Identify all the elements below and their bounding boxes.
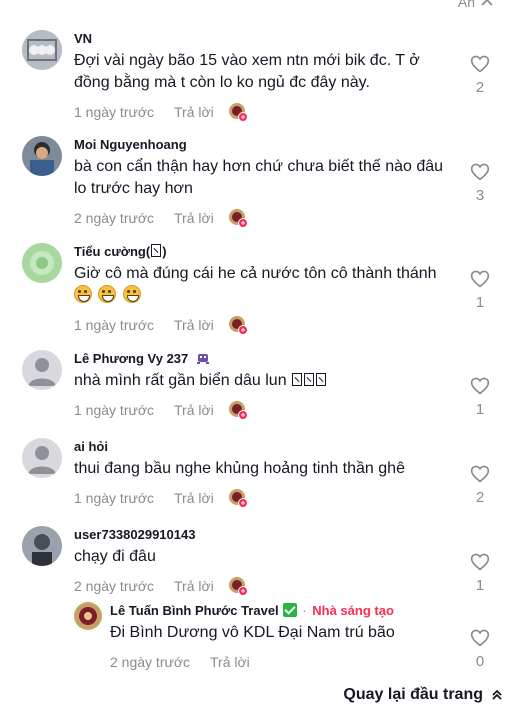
avatar[interactable]: [22, 30, 62, 70]
creator-liked-icon: [228, 400, 248, 420]
comment-text: Đợi vài ngày bão 15 vào xem ntn mới bik …: [74, 52, 420, 91]
like-count: 1: [475, 577, 485, 594]
timestamp: 1 ngày trước: [74, 317, 155, 333]
unknown-glyph-icon: [316, 373, 327, 386]
comment-text-content: nhà mình rất gần biển dâu lun: [74, 372, 287, 389]
like-button[interactable]: 1: [469, 376, 491, 418]
avatar[interactable]: [74, 602, 102, 630]
reply-button[interactable]: Trả lời: [174, 104, 228, 120]
comment-text: bà con cẩn thận hay hơn chứ chưa biết th…: [74, 158, 444, 197]
back-to-top-label: Quay lại đầu trang: [343, 686, 483, 703]
grinning-emoji-icon: [74, 285, 92, 303]
heart-icon: [470, 629, 490, 647]
timestamp: 1 ngày trước: [74, 402, 155, 418]
username[interactable]: user7338029910143: [74, 526, 451, 544]
unknown-glyph-icon: [151, 244, 162, 257]
unknown-glyph-icon: [304, 373, 315, 386]
avatar[interactable]: [22, 136, 62, 176]
avatar[interactable]: [22, 243, 62, 283]
username[interactable]: Lê Phương Vy 237: [74, 350, 451, 368]
like-count: 3: [475, 187, 485, 204]
creator-liked-icon: [228, 315, 248, 335]
timestamp: 1 ngày trước: [74, 490, 155, 506]
like-button[interactable]: 3: [469, 162, 491, 204]
like-count: 1: [475, 401, 485, 418]
username-suffix: ): [162, 244, 167, 259]
username-text: Lê Phương Vy 237: [74, 351, 189, 366]
timestamp: 1 ngày trước: [74, 104, 155, 120]
comment-text: thui đang bầu nghe khủng hoảng tinh thần…: [74, 460, 405, 477]
creator-liked-icon: [228, 488, 248, 508]
creator-liked-icon: [228, 576, 248, 596]
heart-icon: [470, 465, 490, 483]
comment-text-content: Giờ cô mà đúng cái he cả nước tôn cô thà…: [74, 265, 437, 282]
hide-replies-button[interactable]: Ẩn: [458, 0, 493, 10]
like-button[interactable]: 0: [469, 628, 491, 670]
separator: ·: [302, 603, 307, 618]
comment-text: chạy đi đâu: [74, 548, 156, 565]
comment-text: Đi Bình Dương vô KDL Đại Nam trú bão: [110, 624, 395, 641]
heart-icon: [470, 55, 490, 73]
heart-icon: [470, 377, 490, 395]
timestamp: 2 ngày trước: [110, 654, 191, 670]
username[interactable]: VN: [74, 30, 451, 48]
like-count: 1: [475, 294, 485, 311]
check-icon: [282, 603, 297, 617]
username[interactable]: ai hỏi: [74, 438, 451, 456]
double-chevron-up-icon: [492, 689, 502, 700]
like-count: 0: [475, 653, 485, 670]
reply-button[interactable]: Trả lời: [174, 490, 228, 506]
creator-badge: Nhà sáng tạo: [312, 603, 394, 618]
back-to-top-button[interactable]: Quay lại đầu trang: [341, 680, 511, 710]
grinning-emoji-icon: [122, 285, 141, 303]
heart-icon: [470, 270, 490, 288]
comment-text: Giờ cô mà đúng cái he cả nước tôn cô thà…: [74, 263, 451, 307]
timestamp: 2 ngày trước: [74, 578, 155, 594]
creator-liked-icon: [228, 102, 248, 122]
like-button[interactable]: 1: [469, 269, 491, 311]
reply-button[interactable]: Trả lời: [210, 654, 264, 670]
username[interactable]: Lê Tuấn Bình Phước Travel · Nhà sáng tạo: [110, 602, 451, 620]
avatar[interactable]: [22, 526, 62, 566]
avatar[interactable]: [22, 438, 62, 478]
heart-icon: [470, 553, 490, 571]
reply-button[interactable]: Trả lời: [174, 317, 228, 333]
username[interactable]: Tiểu cường(): [74, 243, 451, 261]
alien-monster-icon: [196, 354, 209, 364]
like-count: 2: [475, 489, 485, 506]
comment-text: nhà mình rất gần biển dâu lun: [74, 370, 451, 392]
grinning-emoji-icon: [98, 285, 117, 303]
username-text: Tiểu cường(: [74, 244, 151, 259]
unknown-glyph-icon: [292, 373, 303, 386]
chevron-up-icon: [481, 0, 493, 6]
hide-label: Ẩn: [457, 0, 475, 10]
username-text: Lê Tuấn Bình Phước Travel: [110, 603, 279, 618]
reply-button[interactable]: Trả lời: [174, 578, 228, 594]
username[interactable]: Moi Nguyenhoang: [74, 136, 451, 154]
like-button[interactable]: 2: [469, 54, 491, 96]
avatar[interactable]: [22, 350, 62, 390]
heart-icon: [470, 163, 490, 181]
like-button[interactable]: 2: [469, 464, 491, 506]
timestamp: 2 ngày trước: [74, 210, 155, 226]
reply-button[interactable]: Trả lời: [174, 210, 228, 226]
creator-liked-icon: [228, 208, 248, 228]
like-button[interactable]: 1: [469, 552, 491, 594]
reply-button[interactable]: Trả lời: [174, 402, 228, 418]
like-count: 2: [475, 79, 485, 96]
